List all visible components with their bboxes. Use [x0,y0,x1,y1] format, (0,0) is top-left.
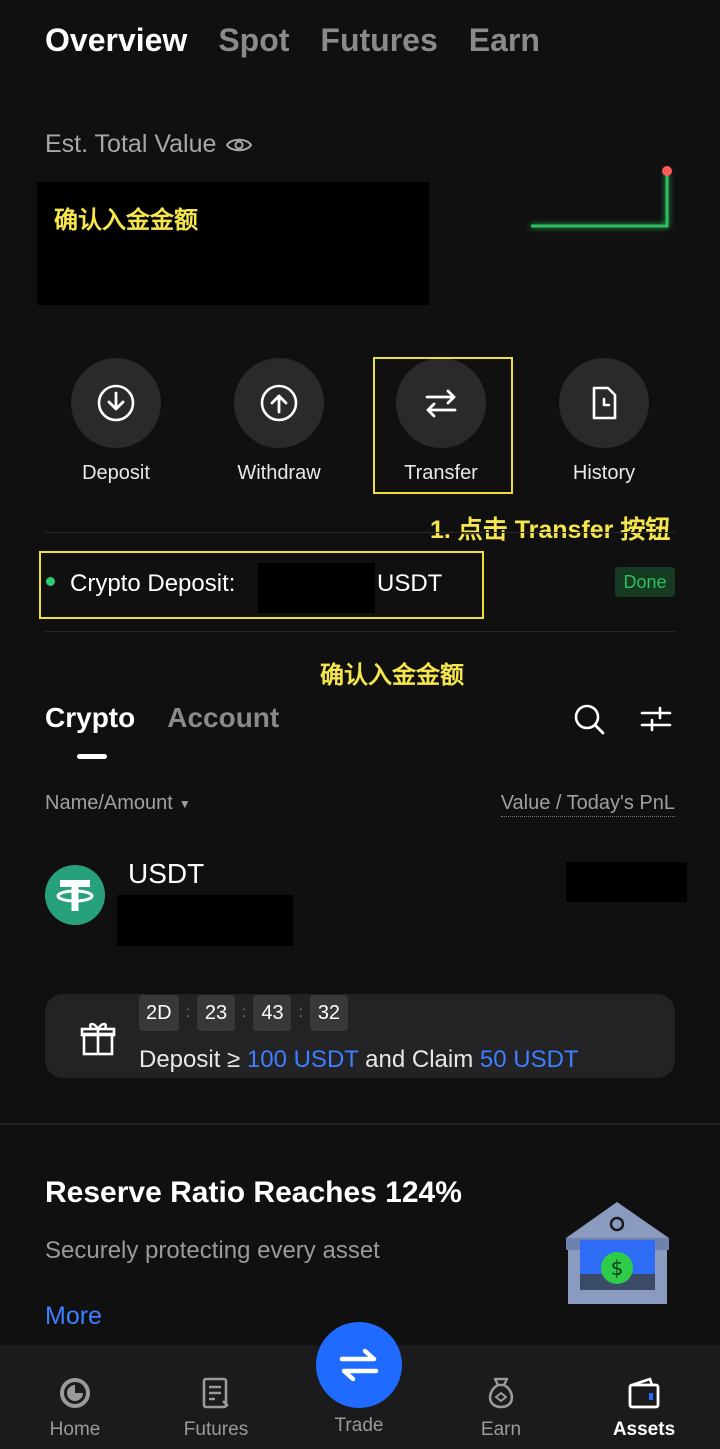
trade-swap-icon [339,1348,379,1382]
bank-vault-icon: $ [566,1202,669,1304]
upload-icon [260,384,298,422]
withdraw-label: Withdraw [237,462,321,484]
futures-icon [202,1377,229,1409]
nav-home[interactable]: Home [15,1345,135,1441]
promo-prefix: Deposit ≥ [139,1046,247,1073]
filter-icon[interactable] [640,704,672,734]
wallet-icon [628,1377,660,1409]
tab-futures[interactable]: Futures [320,22,437,59]
nav-trade-label: Trade [334,1415,384,1436]
nav-home-label: Home [49,1419,101,1440]
asset-name[interactable]: USDT [128,858,204,890]
divider [45,532,675,533]
tab-earn[interactable]: Earn [469,22,540,59]
nav-futures[interactable]: Futures [156,1345,276,1441]
sort-name-amount[interactable]: Name/Amount ▼ [45,792,191,815]
nav-earn[interactable]: Earn [441,1345,561,1441]
active-tab-indicator [77,754,107,759]
status-dot [46,577,55,586]
annotation-confirm-amount: 确认入金金额 [320,662,464,689]
nav-assets[interactable]: Assets [584,1345,704,1441]
annotation-confirm-total: 确认入金金额 [54,207,198,234]
crypto-deposit-label[interactable]: Crypto Deposit: [70,570,235,598]
deposit-label: Deposit [82,462,150,484]
download-icon [97,384,135,422]
column-name-label: Name/Amount [45,792,173,814]
reserve-subtitle: Securely protecting every asset [45,1237,380,1264]
history-button[interactable]: History [534,358,674,485]
more-link[interactable]: More [45,1302,102,1331]
transfer-highlight-box [373,357,513,494]
promo-mid: and Claim [358,1046,480,1073]
deposit-amount-redaction [258,563,375,613]
timer-seconds: 32 [309,995,348,1031]
tab-account[interactable]: Account [167,702,279,734]
countdown-timer: 2D : 23 : 43 : 32 [139,995,348,1031]
promo-text: Deposit ≥ 100 USDT and Claim 50 USDT [139,1046,579,1074]
asset-value-redaction [566,862,687,902]
earn-icon [488,1377,514,1409]
est-total-row: Est. Total Value [45,130,253,159]
promo-deposit-amount: 100 USDT [246,1046,359,1073]
nav-assets-label: Assets [612,1419,676,1440]
nav-futures-label: Futures [183,1419,249,1440]
column-value-pnl[interactable]: Value / Today's PnL [500,792,675,817]
timer-hours: 23 [197,995,236,1031]
action-bar: Deposit Withdraw Transfer History [0,358,720,488]
divider [45,631,675,632]
promo-claim-amount: 50 USDT [479,1046,579,1073]
section-divider [0,1123,720,1125]
deposit-unit: USDT [377,570,443,597]
status-badge: Done [615,567,675,597]
withdraw-button[interactable]: Withdraw [209,358,349,485]
asset-tab-bar: Crypto Account [45,702,279,734]
deposit-button[interactable]: Deposit [46,358,186,485]
timer-minutes: 43 [253,995,292,1031]
annotation-click-transfer: 1. 点击 Transfer 按钮 [430,516,671,544]
nav-earn-label: Earn [480,1419,522,1440]
trade-button[interactable] [316,1322,402,1408]
pnl-sparkline [531,166,672,228]
caret-down-icon: ▼ [178,796,191,811]
gift-icon [80,1022,116,1056]
timer-days: 2D [139,995,179,1031]
search-icon[interactable] [572,702,606,736]
reserve-title: Reserve Ratio Reaches 124% [45,1176,462,1209]
usdt-logo-icon [45,865,105,925]
asset-amount-redaction [117,895,293,946]
tab-crypto[interactable]: Crypto [45,702,135,734]
est-total-label: Est. Total Value [45,130,217,158]
eye-icon[interactable] [226,136,253,154]
tab-overview[interactable]: Overview [45,22,187,59]
svg-text:$: $ [611,1256,624,1280]
tab-spot[interactable]: Spot [218,22,289,59]
top-tab-bar: Overview Spot Futures Earn [45,22,540,59]
history-label: History [572,462,636,484]
home-icon [60,1378,90,1408]
history-icon [592,386,617,420]
